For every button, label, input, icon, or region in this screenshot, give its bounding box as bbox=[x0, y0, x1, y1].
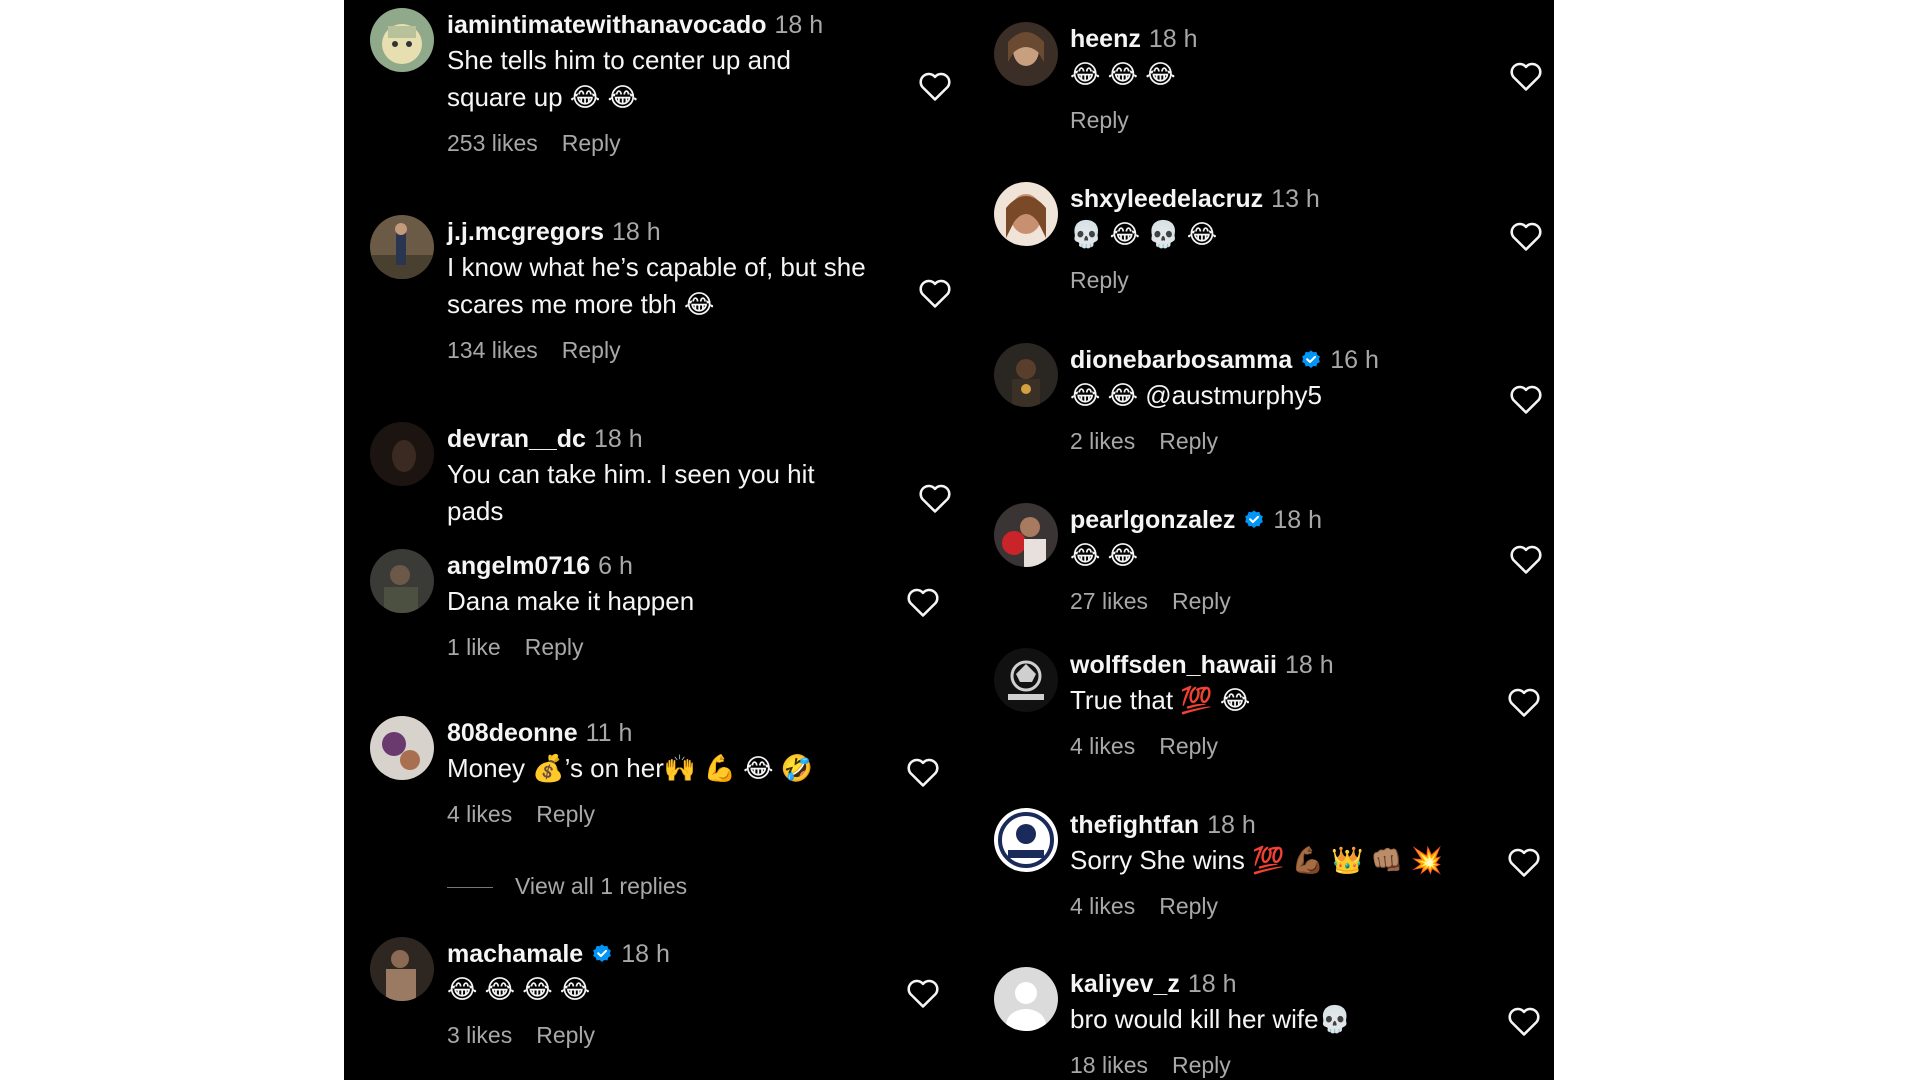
reply-button[interactable]: Reply bbox=[536, 1022, 595, 1048]
reply-button[interactable]: Reply bbox=[536, 801, 595, 827]
comment-text: Dana make it happen bbox=[447, 586, 695, 616]
likes-count[interactable]: 1 like bbox=[447, 634, 501, 660]
avatar[interactable] bbox=[370, 716, 434, 780]
avatar[interactable] bbox=[994, 648, 1058, 712]
heart-outline-icon[interactable] bbox=[918, 482, 952, 514]
reply-button[interactable]: Reply bbox=[1159, 893, 1218, 919]
likes-count[interactable]: 4 likes bbox=[447, 801, 512, 827]
avatar[interactable] bbox=[994, 967, 1058, 1031]
heart-outline-icon[interactable] bbox=[918, 70, 952, 102]
comment-text: You can take him. I seen you hit pads bbox=[447, 459, 815, 526]
heart-outline-icon[interactable] bbox=[906, 977, 940, 1009]
likes-count[interactable]: 3 likes bbox=[447, 1022, 512, 1048]
heart-outline-icon[interactable] bbox=[1507, 846, 1541, 878]
reply-button[interactable]: Reply bbox=[562, 337, 621, 363]
username[interactable]: dionebarbosamma bbox=[1070, 346, 1292, 374]
comment-text: She tells him to center up and square up… bbox=[447, 45, 791, 112]
likes-count[interactable]: 27 likes bbox=[1070, 588, 1148, 614]
comment-text: 😂 😂 bbox=[1070, 540, 1138, 570]
timestamp: 18 h bbox=[774, 11, 824, 39]
heart-outline-icon[interactable] bbox=[906, 586, 940, 618]
likes-count[interactable]: 134 likes bbox=[447, 337, 538, 363]
timestamp: 18 h bbox=[621, 940, 670, 968]
likes-count[interactable]: 4 likes bbox=[1070, 733, 1135, 759]
verified-badge-icon bbox=[1243, 506, 1265, 528]
right-comments-panel: heenz 18 h 😂 😂 😂 Reply shxyleedelacruz 13 … bbox=[968, 0, 1554, 1080]
comment-text: Money 💰’s on her🙌 💪 😂 🤣 bbox=[447, 753, 814, 783]
timestamp: 16 h bbox=[1330, 346, 1379, 374]
heart-outline-icon[interactable] bbox=[1509, 543, 1543, 575]
reply-button[interactable]: Reply bbox=[525, 634, 584, 660]
username[interactable]: devran__dc bbox=[447, 425, 586, 453]
timestamp: 18 h bbox=[1284, 651, 1334, 679]
heart-outline-icon[interactable] bbox=[918, 277, 952, 309]
timestamp: 6 h bbox=[598, 552, 633, 580]
username[interactable]: 808deonne bbox=[447, 719, 578, 747]
comment-text: True that 💯 😂 bbox=[1070, 685, 1251, 715]
username[interactable]: machamale bbox=[447, 940, 583, 968]
avatar[interactable] bbox=[370, 422, 434, 486]
heart-outline-icon[interactable] bbox=[1509, 60, 1543, 92]
username[interactable]: iamintimatewithanavocado bbox=[447, 11, 767, 39]
timestamp: 11 h bbox=[585, 719, 633, 747]
likes-count[interactable]: 18 likes bbox=[1070, 1052, 1148, 1078]
comment-text: 😂 😂 😂 😂 bbox=[447, 974, 591, 1004]
avatar[interactable] bbox=[370, 215, 434, 279]
reply-button[interactable]: Reply bbox=[1172, 588, 1231, 614]
comment-text: 😂 😂 😂 bbox=[1070, 59, 1176, 89]
username[interactable]: angelm0716 bbox=[447, 552, 590, 580]
reply-button[interactable]: Reply bbox=[562, 130, 621, 156]
timestamp: 18 h bbox=[1273, 506, 1322, 534]
username[interactable]: heenz bbox=[1070, 25, 1141, 53]
panel-divider bbox=[958, 0, 968, 1080]
likes-count[interactable]: 253 likes bbox=[447, 130, 538, 156]
comment-text: Sorry She wins 💯 💪🏾 👑 👊🏽 💥 bbox=[1070, 845, 1443, 875]
avatar[interactable] bbox=[370, 549, 434, 613]
view-replies-label[interactable]: View all 1 replies bbox=[515, 873, 687, 899]
reply-button[interactable]: Reply bbox=[1070, 267, 1129, 293]
reply-button[interactable]: Reply bbox=[1159, 428, 1218, 454]
username[interactable]: kaliyev_z bbox=[1070, 970, 1180, 998]
reply-button[interactable]: Reply bbox=[1159, 733, 1218, 759]
reply-button[interactable]: Reply bbox=[1070, 107, 1129, 133]
comment-text: 😂 😂 @austmurphy5 bbox=[1070, 380, 1322, 410]
heart-outline-icon[interactable] bbox=[1507, 686, 1541, 718]
comment-text: 💀 😂 💀 😂 bbox=[1070, 219, 1218, 249]
username[interactable]: wolffsden_hawaii bbox=[1070, 651, 1277, 679]
username[interactable]: thefightfan bbox=[1070, 811, 1199, 839]
username[interactable]: shxyleedelacruz bbox=[1070, 185, 1263, 213]
timestamp: 18 h bbox=[593, 425, 643, 453]
view-replies-button[interactable]: View all 1 replies bbox=[447, 873, 687, 900]
timestamp: 18 h bbox=[612, 218, 661, 246]
timestamp: 18 h bbox=[1148, 25, 1198, 53]
heart-outline-icon[interactable] bbox=[906, 756, 940, 788]
username[interactable]: j.j.mcgregors bbox=[447, 218, 604, 246]
likes-count[interactable]: 2 likes bbox=[1070, 428, 1135, 454]
heart-outline-icon[interactable] bbox=[1509, 383, 1543, 415]
avatar[interactable] bbox=[370, 8, 434, 72]
timestamp: 18 h bbox=[1207, 811, 1256, 839]
timestamp: 18 h bbox=[1187, 970, 1237, 998]
username[interactable]: pearlgonzalez bbox=[1070, 506, 1235, 534]
reply-button[interactable]: Reply bbox=[1172, 1052, 1231, 1078]
verified-badge-icon bbox=[591, 940, 613, 962]
avatar[interactable] bbox=[994, 182, 1058, 246]
avatar[interactable] bbox=[994, 22, 1058, 86]
heart-outline-icon[interactable] bbox=[1509, 220, 1543, 252]
verified-badge-icon bbox=[1300, 346, 1322, 368]
heart-outline-icon[interactable] bbox=[1507, 1005, 1541, 1037]
avatar[interactable] bbox=[370, 937, 434, 1001]
avatar[interactable] bbox=[994, 808, 1058, 872]
likes-count[interactable]: 4 likes bbox=[1070, 893, 1135, 919]
comment-text: I know what he’s capable of, but she sca… bbox=[447, 252, 866, 319]
comment-text: bro would kill her wife💀 bbox=[1070, 1004, 1351, 1034]
left-comments-panel: iamintimatewithanavocado 18 h She tells h… bbox=[344, 0, 966, 1080]
timestamp: 13 h bbox=[1271, 185, 1320, 213]
avatar[interactable] bbox=[994, 503, 1058, 567]
avatar[interactable] bbox=[994, 343, 1058, 407]
replies-divider-line bbox=[447, 887, 493, 889]
